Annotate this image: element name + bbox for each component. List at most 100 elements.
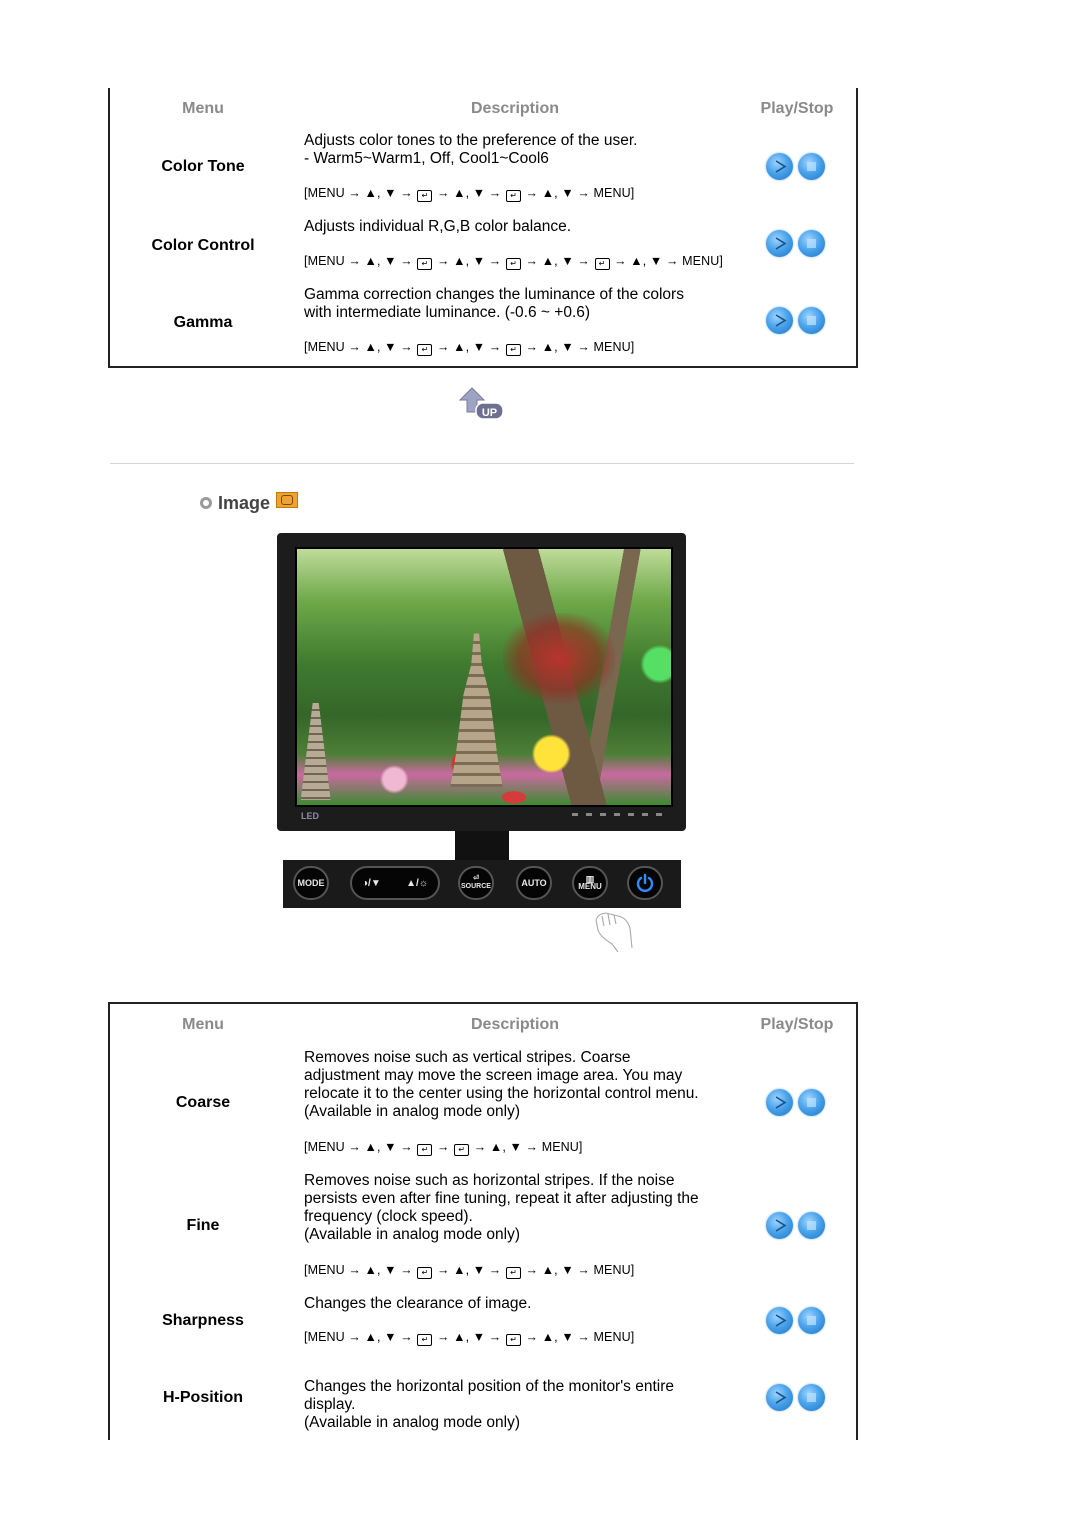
play-stop-controls bbox=[766, 230, 830, 260]
play-button[interactable] bbox=[766, 230, 793, 257]
contrast-down-label: ◑/▼ bbox=[362, 877, 381, 889]
monitor-illustration: LED bbox=[277, 533, 686, 831]
stop-icon bbox=[807, 239, 816, 248]
bezel-indicators bbox=[572, 813, 662, 816]
key-path-segment: → ▲, ▼ → bbox=[433, 1263, 505, 1277]
stop-button[interactable] bbox=[798, 1384, 825, 1411]
source-label: SOURCE bbox=[461, 883, 491, 890]
stop-icon bbox=[807, 162, 816, 171]
menu-name: H-Position bbox=[163, 1389, 243, 1406]
menu-name: Sharpness bbox=[162, 1312, 244, 1329]
play-stop-controls bbox=[766, 307, 830, 337]
stop-button[interactable] bbox=[798, 1307, 825, 1334]
key-path-segment: → ▲, ▼ → bbox=[348, 186, 417, 200]
header-menu: Menu bbox=[182, 1016, 224, 1033]
monitor-screen-photo bbox=[295, 547, 673, 807]
key-path-segment: [MENU bbox=[304, 340, 349, 354]
brightness-adjust-button[interactable]: ◑/▼ ▲/☼ bbox=[350, 866, 440, 900]
play-stop-controls bbox=[766, 1212, 830, 1242]
menu-label: MENU bbox=[578, 882, 602, 891]
key-path-segment: → ▲, ▼ → bbox=[433, 254, 505, 268]
photo-small-pagoda bbox=[300, 702, 331, 800]
stop-icon bbox=[807, 1393, 816, 1402]
header-menu: Menu bbox=[182, 100, 224, 117]
play-button[interactable] bbox=[766, 153, 793, 180]
enter-key-icon: ↵ bbox=[505, 1334, 521, 1346]
key-path-segment: → ▲, ▼ → bbox=[433, 186, 505, 200]
description: Changes the horizontal position of the m… bbox=[304, 1378, 675, 1431]
source-button[interactable]: ⏎ SOURCE bbox=[458, 866, 494, 900]
up-arrow-icon: UP bbox=[458, 387, 504, 420]
description: Changes the clearance of image. bbox=[304, 1295, 532, 1312]
mode-label: MODE bbox=[297, 878, 325, 888]
section-divider bbox=[110, 463, 854, 464]
description: Removes noise such as vertical stripes. … bbox=[304, 1049, 699, 1120]
key-path-segment: → ▲, ▼ → bbox=[433, 340, 505, 354]
stop-button[interactable] bbox=[798, 153, 825, 180]
menu-button[interactable]: ▥ MENU bbox=[572, 866, 608, 900]
description: Gamma correction changes the luminance o… bbox=[304, 286, 684, 321]
key-path-segment: [MENU bbox=[304, 1263, 349, 1277]
key-path: [MENU → ▲, ▼ → ↵ → ▲, ▼ → ↵ → ▲, ▼ → ↵ →… bbox=[304, 254, 723, 270]
enter-key-icon: ↵ bbox=[594, 258, 610, 270]
header-description: Description bbox=[470, 100, 559, 117]
auto-label: AUTO bbox=[521, 878, 547, 888]
play-button[interactable] bbox=[766, 1307, 793, 1334]
menu-name: Coarse bbox=[175, 1094, 231, 1111]
brand-label: LED bbox=[301, 811, 319, 821]
up-label: UP bbox=[482, 407, 497, 419]
key-path-segment: → ▲, ▼ → bbox=[433, 1330, 505, 1344]
up-link[interactable]: UP bbox=[458, 386, 506, 422]
play-icon bbox=[775, 1391, 787, 1404]
play-icon bbox=[775, 314, 787, 327]
key-path-segment: → ▲, ▼ → bbox=[348, 340, 417, 354]
key-path: [MENU → ▲, ▼ → ↵ → ↵ → ▲, ▼ → MENU] bbox=[304, 1140, 582, 1156]
key-path-segment: [MENU bbox=[304, 186, 349, 200]
stop-icon bbox=[807, 1316, 816, 1325]
section-title: Image bbox=[218, 492, 271, 513]
stop-icon bbox=[807, 1221, 816, 1230]
photo-pagoda bbox=[450, 633, 503, 788]
stop-button[interactable] bbox=[798, 1089, 825, 1116]
power-button[interactable] bbox=[627, 866, 663, 900]
circle-bullet-icon bbox=[200, 497, 212, 509]
key-path-segment: → ▲, ▼ → MENU] bbox=[521, 1263, 635, 1277]
key-path-segment: → ▲, ▼ → bbox=[521, 254, 594, 268]
play-stop-controls bbox=[766, 1307, 830, 1337]
play-button[interactable] bbox=[766, 307, 793, 334]
play-icon bbox=[775, 1314, 787, 1327]
enter-key-icon: ↵ bbox=[505, 190, 521, 202]
play-button[interactable] bbox=[766, 1089, 793, 1116]
brightness-up-label: ▲/☼ bbox=[406, 877, 428, 889]
key-path-segment: → ▲, ▼ → MENU] bbox=[470, 1140, 583, 1154]
section-heading: Image bbox=[200, 492, 299, 514]
adjustment-table-color: Menu Description Play/Stop Color Tone Ad… bbox=[108, 88, 858, 368]
key-path-segment: → ▲, ▼ → MENU] bbox=[521, 1330, 635, 1344]
stop-button[interactable] bbox=[798, 1212, 825, 1239]
stop-button[interactable] bbox=[798, 230, 825, 257]
enter-key-icon: ↵ bbox=[505, 258, 521, 270]
play-icon bbox=[775, 1096, 787, 1109]
description: Removes noise such as horizontal stripes… bbox=[304, 1172, 699, 1243]
monitor-control-panel: MODE ◑/▼ ▲/☼ ⏎ SOURCE AUTO ▥ MENU bbox=[283, 860, 681, 908]
description: Adjusts individual R,G,B color balance. bbox=[304, 218, 572, 235]
key-path-segment: [MENU bbox=[304, 254, 349, 268]
play-button[interactable] bbox=[766, 1384, 793, 1411]
mode-button[interactable]: MODE bbox=[293, 866, 329, 900]
hand-pointer-icon bbox=[595, 912, 633, 953]
auto-button[interactable]: AUTO bbox=[516, 866, 552, 900]
enter-key-icon: ↵ bbox=[417, 344, 433, 356]
key-path: [MENU → ▲, ▼ → ↵ → ▲, ▼ → ↵ → ▲, ▼ → MEN… bbox=[304, 1330, 634, 1346]
power-icon bbox=[636, 873, 654, 892]
description: Adjusts color tones to the preference of… bbox=[304, 132, 638, 167]
stop-button[interactable] bbox=[798, 307, 825, 334]
play-stop-controls bbox=[766, 153, 830, 183]
enter-icon: ⏎ bbox=[473, 875, 479, 882]
image-mode-icon bbox=[276, 492, 299, 508]
play-button[interactable] bbox=[766, 1212, 793, 1239]
enter-key-icon: ↵ bbox=[505, 1267, 521, 1279]
key-path-segment: → ▲, ▼ → bbox=[348, 1140, 417, 1154]
menu-name: Color Tone bbox=[161, 158, 245, 175]
enter-key-icon: ↵ bbox=[417, 1334, 433, 1346]
menu-name: Gamma bbox=[173, 314, 233, 331]
